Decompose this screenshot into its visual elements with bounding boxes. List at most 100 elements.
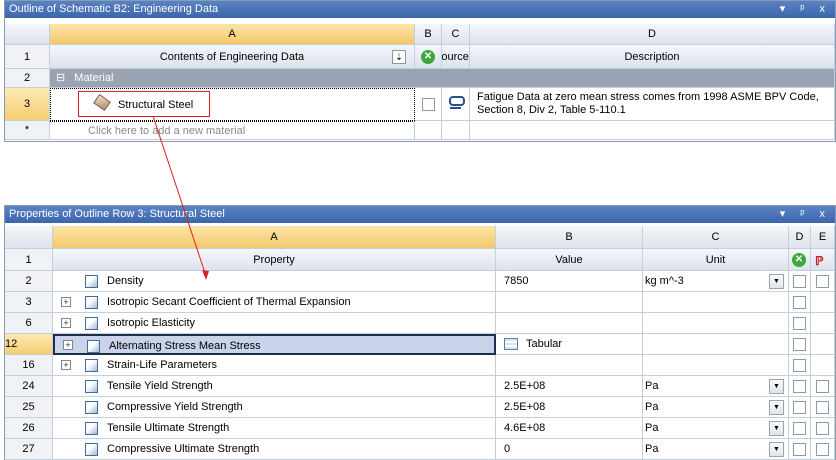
property-row[interactable]: 12 + Alternating Stress Mean Stress Tabular xyxy=(5,334,835,355)
unit-dropdown-icon[interactable]: ▼ xyxy=(769,442,784,457)
description-header: Description xyxy=(470,45,835,69)
status-checkbox[interactable] xyxy=(793,443,806,456)
unit-dropdown-icon[interactable]: ▼ xyxy=(769,421,784,436)
property-value[interactable]: 2.5E+08 xyxy=(496,376,643,397)
property-value[interactable]: 7850 xyxy=(496,271,643,292)
expand-icon[interactable]: + xyxy=(61,360,71,370)
parameter-header: ℙ xyxy=(811,249,835,271)
status-checkbox[interactable] xyxy=(793,296,806,309)
properties-panel: Properties of Outline Row 3: Structural … xyxy=(4,205,836,460)
parameter-checkbox[interactable] xyxy=(816,380,829,393)
outline-col-b[interactable]: B xyxy=(415,24,442,45)
property-unit[interactable] xyxy=(643,334,789,355)
property-name-cell[interactable]: + Alternating Stress Mean Stress xyxy=(53,334,496,355)
outline-corner xyxy=(5,24,50,45)
empty-cell xyxy=(442,121,470,140)
property-value[interactable]: 0 xyxy=(496,439,643,460)
parameter-checkbox[interactable] xyxy=(816,443,829,456)
property-row[interactable]: 16 + Strain-Life Parameters xyxy=(5,355,835,376)
property-name-cell[interactable]: Compressive Ultimate Strength xyxy=(53,439,496,460)
properties-column-letters: A B C D E xyxy=(5,226,835,249)
link-icon[interactable] xyxy=(449,96,465,106)
property-unit[interactable]: Pa ▼ xyxy=(643,418,789,439)
property-unit[interactable]: Pa ▼ xyxy=(643,397,789,418)
property-value[interactable] xyxy=(496,355,643,376)
property-row[interactable]: 3 + Isotropic Secant Coefficient of Therma… xyxy=(5,292,835,313)
property-value[interactable] xyxy=(496,292,643,313)
unit-dropdown-icon[interactable]: ▼ xyxy=(769,400,784,415)
property-name-cell[interactable]: + Isotropic Elasticity xyxy=(53,313,496,334)
property-value-text: 2.5E+08 xyxy=(504,380,546,392)
status-checkbox[interactable] xyxy=(793,359,806,372)
property-value[interactable] xyxy=(496,313,643,334)
property-unit[interactable] xyxy=(643,292,789,313)
outline-window-controls[interactable]: ▾ ᵖ x xyxy=(780,1,831,18)
collapse-icon[interactable]: ⊟ xyxy=(56,72,65,84)
property-row[interactable]: 24 Tensile Yield Strength 2.5E+08 Pa ▼ xyxy=(5,376,835,397)
property-row[interactable]: 2 Density 7850 kg m^-3 ▼ xyxy=(5,271,835,292)
table-icon[interactable] xyxy=(504,338,518,351)
row-number: 26 xyxy=(5,418,53,439)
properties-col-a[interactable]: A xyxy=(53,226,496,249)
property-unit[interactable]: Pa ▼ xyxy=(643,376,789,397)
parameter-cell xyxy=(811,397,835,418)
property-unit[interactable]: kg m^-3 ▼ xyxy=(643,271,789,292)
expand-icon[interactable]: + xyxy=(61,297,71,307)
unit-dropdown-icon[interactable]: ▼ xyxy=(769,274,784,289)
property-value[interactable]: 4.6E+08 xyxy=(496,418,643,439)
property-name-cell[interactable]: + Strain-Life Parameters xyxy=(53,355,496,376)
property-name-cell[interactable]: Density xyxy=(53,271,496,292)
status-checkbox[interactable] xyxy=(793,317,806,330)
expand-icon[interactable]: + xyxy=(61,318,71,328)
empty-cell xyxy=(415,121,442,140)
parameter-checkbox[interactable] xyxy=(816,422,829,435)
properties-col-b[interactable]: B xyxy=(496,226,643,249)
property-value[interactable]: 2.5E+08 xyxy=(496,397,643,418)
property-row[interactable]: 26 Tensile Ultimate Strength 4.6E+08 Pa ▼ xyxy=(5,418,835,439)
new-material-row[interactable]: * Click here to add a new material xyxy=(5,121,835,140)
status-checkbox[interactable] xyxy=(793,338,806,351)
property-row[interactable]: 6 + Isotropic Elasticity xyxy=(5,313,835,334)
parameter-checkbox[interactable] xyxy=(816,401,829,414)
status-cell xyxy=(789,355,811,376)
parameter-checkbox[interactable] xyxy=(816,275,829,288)
add-material-hint[interactable]: Click here to add a new material xyxy=(50,121,415,140)
properties-col-e[interactable]: E xyxy=(811,226,835,249)
property-row[interactable]: 27 Compressive Ultimate Strength 0 Pa ▼ xyxy=(5,439,835,460)
properties-col-c[interactable]: C xyxy=(643,226,789,249)
sort-icon[interactable]: ⇣ xyxy=(392,50,406,64)
property-name-cell[interactable]: Compressive Yield Strength xyxy=(53,397,496,418)
unit-header: Unit xyxy=(643,249,789,271)
property-unit[interactable] xyxy=(643,355,789,376)
chart-icon xyxy=(85,401,98,414)
properties-window-controls[interactable]: ▾ ᵖ x xyxy=(780,206,831,223)
properties-col-d[interactable]: D xyxy=(789,226,811,249)
property-name-cell[interactable]: Tensile Ultimate Strength xyxy=(53,418,496,439)
property-name-cell[interactable]: Tensile Yield Strength xyxy=(53,376,496,397)
outline-col-c[interactable]: C xyxy=(442,24,470,45)
material-group[interactable]: ⊟ Material xyxy=(50,69,835,88)
row-number: * xyxy=(5,121,50,140)
material-name-cell[interactable]: Structural Steel xyxy=(50,88,415,121)
outline-col-a[interactable]: A xyxy=(50,24,415,45)
property-value[interactable]: Tabular xyxy=(496,334,643,355)
status-checkbox[interactable] xyxy=(793,401,806,414)
property-unit[interactable] xyxy=(643,313,789,334)
status-checkbox[interactable] xyxy=(793,422,806,435)
status-cell xyxy=(789,418,811,439)
chart-icon xyxy=(85,275,98,288)
material-row[interactable]: 3 Structural Steel Fatigue Data at zero … xyxy=(5,88,835,121)
row-number: 12 xyxy=(5,334,53,355)
status-checkbox[interactable] xyxy=(793,275,806,288)
status-checkbox[interactable] xyxy=(793,380,806,393)
material-checkbox[interactable] xyxy=(422,98,435,111)
property-unit[interactable]: Pa ▼ xyxy=(643,439,789,460)
outline-col-d[interactable]: D xyxy=(470,24,835,45)
unit-dropdown-icon[interactable]: ▼ xyxy=(769,379,784,394)
expand-icon[interactable]: + xyxy=(63,339,73,350)
property-name: Compressive Ultimate Strength xyxy=(107,443,260,455)
property-name-cell[interactable]: + Isotropic Secant Coefficient of Thermal… xyxy=(53,292,496,313)
outline-group-row[interactable]: 2 ⊟ Material xyxy=(5,69,835,88)
property-row[interactable]: 25 Compressive Yield Strength 2.5E+08 Pa ▼ xyxy=(5,397,835,418)
property-name: Alternating Stress Mean Stress xyxy=(109,340,261,352)
